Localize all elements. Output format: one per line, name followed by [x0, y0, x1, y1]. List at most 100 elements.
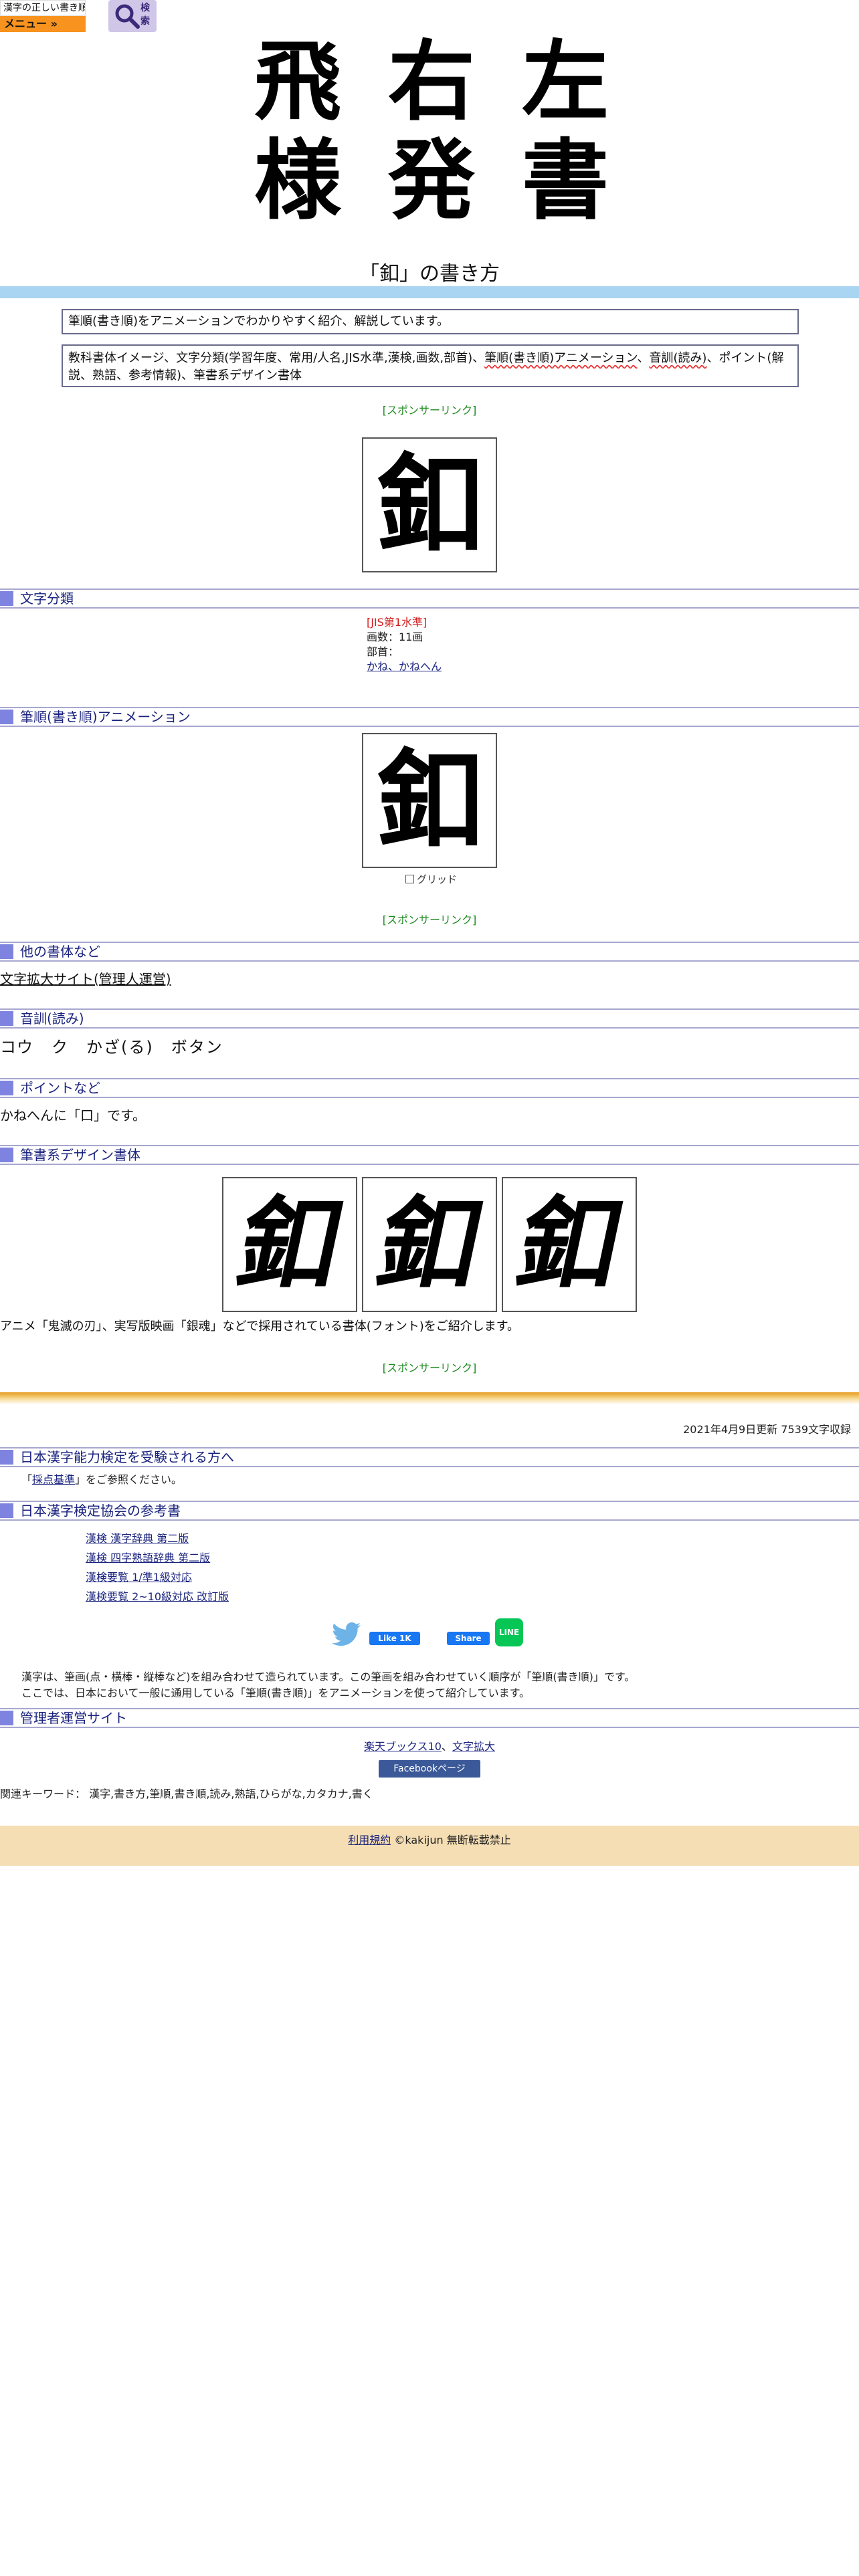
heading-bar — [0, 1148, 13, 1162]
reference-book-link[interactable]: 漢検要覧 2~10級対応 改訂版 — [86, 1587, 229, 1606]
reference-book-link[interactable]: 漢検 漢字辞典 第二版 — [86, 1529, 229, 1548]
reference-book-list: 漢検 漢字辞典 第二版 漢検 四字熟語辞典 第二版 漢検要覧 1/準1級対応 漢… — [86, 1529, 229, 1606]
terms-link[interactable]: 利用規約 — [348, 1834, 391, 1846]
grid-toggle[interactable]: グリッド — [405, 872, 457, 886]
scoring-criteria-link[interactable]: 採点基準 — [32, 1473, 75, 1486]
heading-bar — [0, 1711, 13, 1725]
banner-char: 飛 — [254, 30, 341, 132]
reference-book-link[interactable]: 漢検要覧 1/準1級対応 — [86, 1568, 229, 1587]
banner-char: 書 — [521, 129, 609, 231]
sponsor-link[interactable]: [スポンサーリンク] — [0, 1359, 859, 1375]
copyright: ©kakijun 無断転載禁止 — [394, 1834, 511, 1846]
magnify-site-link[interactable]: 文字拡大サイト(管理人運営) — [0, 970, 171, 988]
facebook-like-button[interactable]: Like 1K — [369, 1632, 420, 1645]
reading-text: コウ ク かざ(る) ボタン — [0, 1038, 223, 1057]
banner-char: 発 — [387, 129, 475, 231]
exam-note-post: 」をご参照ください。 — [75, 1473, 183, 1486]
brush-font-sample-2[interactable]: 釦 — [362, 1177, 497, 1312]
facebook-share-button[interactable]: Share — [447, 1632, 490, 1645]
heading-text: ポイントなど — [20, 1080, 100, 1096]
section-heading-references: 日本漢字検定協会の参考書 — [0, 1501, 859, 1521]
rakuten-books-link[interactable]: 楽天ブックス10 — [364, 1740, 442, 1753]
section-heading-animation: 筆順(書き順)アニメーション — [0, 707, 859, 727]
kanji-glyph: 釦 — [375, 442, 483, 568]
gold-divider — [0, 1392, 859, 1404]
last-updated: 2021年4月9日更新 7539文字収録 — [683, 1423, 851, 1436]
description-line: ここでは、日本において一般に通用している「筆順(書き順)」をアニメーションを使っ… — [21, 1687, 531, 1699]
section-heading-admin-sites: 管理者運営サイト — [0, 1708, 859, 1728]
section-heading-brush-fonts: 筆書系デザイン書体 — [0, 1145, 859, 1165]
heading-text: 文字分類 — [20, 591, 74, 607]
contents-link-reading[interactable]: 音訓(読み) — [649, 351, 706, 365]
facebook-page-button[interactable]: Facebookページ — [379, 1760, 480, 1778]
brush-font-sample-3[interactable]: 釦 — [502, 1177, 637, 1312]
grid-label: グリッド — [417, 873, 458, 885]
section-heading-points: ポイントなど — [0, 1078, 859, 1098]
banner-char: 右 — [387, 30, 475, 132]
heading-bar — [0, 1081, 13, 1095]
reference-book-link[interactable]: 漢検 四字熟語辞典 第二版 — [86, 1548, 229, 1568]
section-heading-classification: 文字分類 — [0, 588, 859, 609]
logo-text: 漢字の正しい書き順(筆順) — [0, 0, 86, 16]
sponsor-link[interactable]: [スポンサーリンク] — [0, 401, 859, 417]
heading-text: 他の書体など — [20, 944, 100, 960]
contents-sep: 、 — [637, 351, 650, 365]
description-line: 漢字は、筆画(点・横棒・縦棒など)を組み合わせて造られています。この筆画を組み合… — [21, 1671, 636, 1683]
intro-box: 筆順(書き順)をアニメーションでわかりやすく紹介、解説しています。 — [62, 309, 799, 334]
footer: 利用規約 ©kakijun 無断転載禁止 — [0, 1826, 859, 1866]
kanji-glyph: 釦 — [506, 1186, 632, 1303]
search-label: 検索 — [140, 3, 150, 27]
contents-box: 教科書体イメージ、文字分類(学習年度、常用/人名,JIS水準,漢検,画数,部首)… — [62, 344, 799, 387]
section-heading-other-fonts: 他の書体など — [0, 942, 859, 962]
banner-title-row-2: 様 発 書 — [234, 134, 629, 227]
radical-label: 部首： — [367, 645, 399, 658]
heading-text: 音訓(読み) — [20, 1010, 84, 1027]
exam-note: 「採点基準」をご参照ください。 — [21, 1473, 182, 1487]
heading-text: 筆順(書き順)アニメーション — [20, 709, 191, 725]
line-icon[interactable]: LINE — [495, 1618, 523, 1646]
kanji-glyph: 釦 — [227, 1186, 353, 1303]
grid-checkbox[interactable] — [405, 875, 414, 883]
section-heading-reading: 音訓(読み) — [0, 1008, 859, 1029]
sponsor-link[interactable]: [スポンサーリンク] — [0, 911, 859, 927]
heading-text: 日本漢字検定協会の参考書 — [20, 1503, 181, 1519]
kanji-glyph: 釦 — [375, 738, 483, 863]
page-title: 「釦」の書き方 — [359, 262, 500, 286]
contents-link-animation[interactable]: 筆順(書き順)アニメーション — [484, 351, 637, 365]
twitter-icon[interactable] — [332, 1622, 361, 1646]
related-keywords: 関連キーワード： 漢字,書き方,筆順,書き順,読み,熟語,ひらがな,カタカナ,書… — [0, 1788, 373, 1800]
magnify-link[interactable]: 文字拡大 — [452, 1740, 495, 1753]
link-sep: 、 — [441, 1740, 452, 1753]
search-button[interactable]: 検索 — [108, 0, 157, 32]
heading-text: 日本漢字能力検定を受験される方へ — [20, 1449, 234, 1465]
stroke-order-animation[interactable]: 釦 — [362, 733, 497, 868]
top-bar: 漢字の正しい書き順(筆順) メニュー » 検索 — [0, 0, 859, 32]
brush-font-caption: アニメ「鬼滅の刃」、実写版映画「銀魂」などで採用されている書体(フォント)をご紹… — [0, 1319, 519, 1333]
heading-bar — [0, 944, 13, 959]
kanji-glyph: 釦 — [367, 1186, 492, 1303]
stroke-count: 画数：11画 — [367, 631, 423, 643]
heading-text: 管理者運営サイト — [20, 1710, 127, 1726]
brush-font-sample-1[interactable]: 釦 — [222, 1177, 357, 1312]
banner-title-row-1: 飛 右 左 — [234, 35, 629, 128]
contents-text: 教科書体イメージ、文字分類(学習年度、常用/人名,JIS水準,漢検,画数,部首)… — [68, 351, 485, 365]
banner-char: 左 — [521, 30, 609, 132]
heading-bar — [0, 710, 13, 724]
heading-bar — [0, 1011, 13, 1026]
classification-info: [JIS第1水準] 画数：11画 部首： かね、かねへん — [367, 615, 442, 674]
heading-bar — [0, 1503, 13, 1518]
heading-bar — [0, 1450, 13, 1465]
kanji-textbook-image: 釦 — [362, 437, 497, 572]
section-heading-kanken: 日本漢字能力検定を受験される方へ — [0, 1447, 859, 1467]
menu-button[interactable]: メニュー » — [0, 16, 86, 32]
site-logo[interactable]: 漢字の正しい書き順(筆順) メニュー » — [0, 0, 86, 32]
exam-note-pre: 「 — [21, 1473, 33, 1486]
search-icon — [115, 4, 140, 29]
radical-link[interactable]: かね、かねへん — [367, 659, 442, 674]
site-description: 漢字は、筆画(点・横棒・縦棒など)を組み合わせて造られています。この筆画を組み合… — [21, 1669, 635, 1701]
points-text: かねへんに「口」です。 — [0, 1107, 146, 1123]
title-divider — [0, 286, 859, 298]
jis-level[interactable]: [JIS第1水準] — [367, 615, 442, 630]
banner-char: 様 — [254, 129, 341, 231]
heading-bar — [0, 591, 13, 606]
